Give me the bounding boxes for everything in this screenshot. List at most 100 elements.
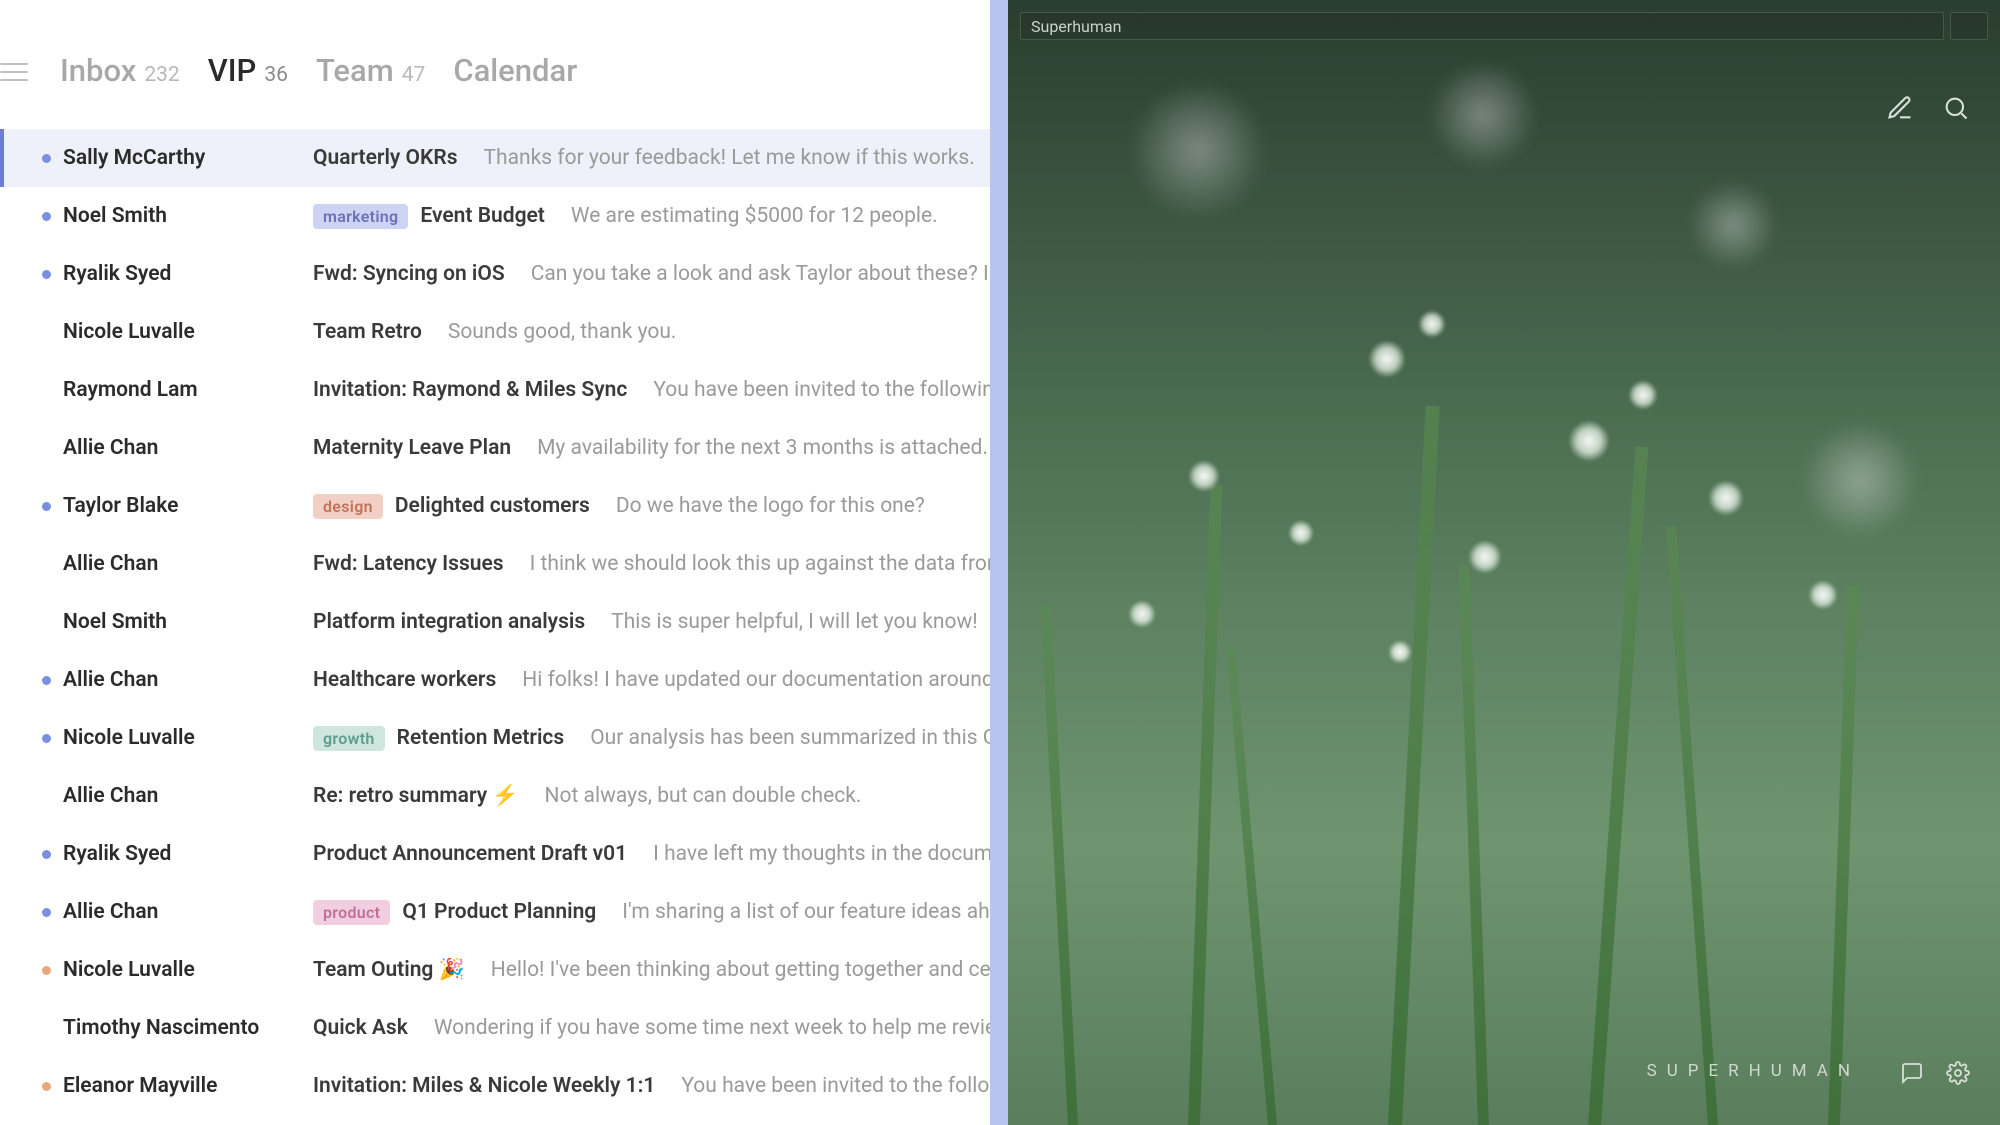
email-subject-area: Fwd: Latency Issues I think we should loo… xyxy=(313,552,990,576)
email-sender: Allie Chan xyxy=(51,552,313,576)
email-subject: Healthcare workers xyxy=(313,668,496,692)
menu-hamburger-icon[interactable] xyxy=(0,60,28,84)
tab-label: VIP xyxy=(208,52,257,89)
email-preview: Sounds good, thank you. xyxy=(434,320,677,344)
email-subject: Quarterly OKRs xyxy=(313,146,458,170)
email-row[interactable]: Timothy NascimentoQuick AskWondering if … xyxy=(0,999,990,1057)
email-subject-area: Quick AskWondering if you have some time… xyxy=(313,1016,990,1040)
email-preview: We are estimating $5000 for 12 people. xyxy=(557,204,938,228)
unread-dot-icon xyxy=(42,560,51,569)
email-preview: I'm sharing a list of our feature ideas … xyxy=(608,900,990,924)
email-subject-area: Invitation: Raymond & Miles Sync You have… xyxy=(313,378,990,402)
search-icon[interactable] xyxy=(1942,94,1970,122)
tab-label: Team xyxy=(316,52,394,89)
email-sender: Allie Chan xyxy=(51,668,313,692)
email-preview: Hello! I've been thinking about getting … xyxy=(477,958,990,982)
email-sender: Nicole Luvalle xyxy=(51,726,313,750)
email-row[interactable]: Taylor Blakedesign Delighted customers Do … xyxy=(0,477,990,535)
unread-dot-icon xyxy=(42,1024,51,1033)
email-sender: Nicole Luvalle xyxy=(51,320,313,344)
email-sender: Eleanor Mayville xyxy=(51,1074,313,1098)
email-row[interactable]: Sally McCarthyQuarterly OKRsThanks for y… xyxy=(0,129,990,187)
settings-gear-icon[interactable] xyxy=(1946,1061,1970,1085)
unread-dot-icon xyxy=(42,328,51,337)
email-preview: I think we should look this up against t… xyxy=(516,552,990,576)
email-row[interactable]: Nicole LuvalleTeam Retro Sounds good, tha… xyxy=(0,303,990,361)
unread-dot-icon xyxy=(42,270,51,279)
email-subject-area: Healthcare workersHi folks! I have updat… xyxy=(313,668,990,692)
email-row[interactable]: Noel SmithmarketingEvent BudgetWe are es… xyxy=(0,187,990,245)
email-list: Sally McCarthyQuarterly OKRsThanks for y… xyxy=(0,129,990,1115)
email-row[interactable]: Eleanor MayvilleInvitation: Miles & Nico… xyxy=(0,1057,990,1115)
brand-wordmark: SUPERHUMAN xyxy=(1647,1061,1860,1081)
unread-dot-icon xyxy=(42,386,51,395)
email-preview: Our analysis has been summarized in this… xyxy=(576,726,990,750)
email-row[interactable]: Ryalik SyedProduct Announcement Draft v0… xyxy=(0,825,990,883)
email-sender: Noel Smith xyxy=(51,610,313,634)
unread-dot-icon xyxy=(42,792,51,801)
window-control[interactable] xyxy=(1950,12,1988,40)
email-sender: Timothy Nascimento xyxy=(51,1016,313,1040)
email-subject-area: marketingEvent BudgetWe are estimating $… xyxy=(313,204,938,229)
email-preview: I have left my thoughts in the docume xyxy=(639,842,990,866)
email-subject: Retention Metrics xyxy=(397,726,565,750)
chat-icon[interactable] xyxy=(1900,1061,1924,1085)
email-subject: Team Retro xyxy=(313,320,422,344)
email-sender: Allie Chan xyxy=(51,436,313,460)
email-row[interactable]: Allie ChanRe: retro summary ⚡Not always,… xyxy=(0,767,990,825)
unread-dot-icon xyxy=(42,212,51,221)
email-subject: Invitation: Miles & Nicole Weekly 1:1 xyxy=(313,1074,655,1098)
email-preview: You have been invited to the following xyxy=(639,378,990,402)
email-preview: Can you take a look and ask Taylor about… xyxy=(517,262,990,286)
email-row[interactable]: Nicole Luvallegrowth Retention Metrics Our… xyxy=(0,709,990,767)
email-list-panel: Inbox 232 VIP 36 Team47 Calendar Sally McCart… xyxy=(0,0,990,1125)
email-sender: Taylor Blake xyxy=(51,494,313,518)
email-row[interactable]: Allie ChanHealthcare workersHi folks! I … xyxy=(0,651,990,709)
unread-dot-icon xyxy=(42,734,51,743)
tab-vip[interactable]: VIP 36 xyxy=(208,52,288,89)
email-row[interactable]: Allie ChanproductQ1 Product PlanningI'm … xyxy=(0,883,990,941)
email-row[interactable]: Ryalik SyedFwd: Syncing on iOSCan you ta… xyxy=(0,245,990,303)
email-label-tag: growth xyxy=(313,726,385,751)
tab-count: 232 xyxy=(144,63,179,87)
window-titlebar[interactable]: Superhuman xyxy=(1020,12,1944,40)
email-preview: This is super helpful, I will let you kn… xyxy=(597,610,978,634)
email-row[interactable]: Noel SmithPlatform integration analysis T… xyxy=(0,593,990,651)
email-row[interactable]: Nicole LuvalleTeam Outing 🎉Hello! I've b… xyxy=(0,941,990,999)
unread-dot-icon xyxy=(42,1082,51,1091)
email-subject: Fwd: Latency Issues xyxy=(313,552,504,576)
tab-team[interactable]: Team47 xyxy=(316,52,425,89)
email-sender: Allie Chan xyxy=(51,900,313,924)
email-subject-area: Team Retro Sounds good, thank you. xyxy=(313,320,676,344)
email-subject: Delighted customers xyxy=(395,494,590,518)
email-subject: Team Outing 🎉 xyxy=(313,958,465,982)
email-label-tag: product xyxy=(313,900,390,925)
email-subject-area: Quarterly OKRsThanks for your feedback! … xyxy=(313,146,975,170)
email-sender: Raymond Lam xyxy=(51,378,313,402)
tab-calendar[interactable]: Calendar xyxy=(453,52,577,89)
email-subject: Platform integration analysis xyxy=(313,610,585,634)
email-subject: Fwd: Syncing on iOS xyxy=(313,262,505,286)
email-preview: My availability for the next 3 months is… xyxy=(523,436,988,460)
reading-pane: Superhuman SUPERHUMAN xyxy=(990,0,2000,1125)
email-subject-area: Team Outing 🎉 Hello! I've been thinking a… xyxy=(313,958,990,982)
compose-icon[interactable] xyxy=(1886,94,1914,122)
email-row[interactable]: Allie ChanMaternity Leave PlanMy availab… xyxy=(0,419,990,477)
email-row[interactable]: Allie ChanFwd: Latency Issues I think we … xyxy=(0,535,990,593)
email-subject-area: Product Announcement Draft v01I have lef… xyxy=(313,842,990,866)
tab-count: 36 xyxy=(264,63,288,87)
email-preview: Do we have the logo for this one? xyxy=(602,494,925,518)
tab-label: Inbox xyxy=(60,52,136,89)
email-sender: Sally McCarthy xyxy=(51,146,313,170)
email-label-tag: design xyxy=(313,494,383,519)
email-subject-area: productQ1 Product PlanningI'm sharing a … xyxy=(313,900,990,925)
email-subject-area: Platform integration analysis This is sup… xyxy=(313,610,978,634)
email-preview: Not always, but can double check. xyxy=(531,784,862,808)
email-row[interactable]: Raymond LamInvitation: Raymond & Miles S… xyxy=(0,361,990,419)
unread-dot-icon xyxy=(42,908,51,917)
email-subject: Invitation: Raymond & Miles Sync xyxy=(313,378,627,402)
email-preview: Wondering if you have some time next wee… xyxy=(420,1016,990,1040)
tab-inbox[interactable]: Inbox 232 xyxy=(60,52,180,89)
email-subject-area: Maternity Leave PlanMy availability for … xyxy=(313,436,988,460)
email-sender: Noel Smith xyxy=(51,204,313,228)
